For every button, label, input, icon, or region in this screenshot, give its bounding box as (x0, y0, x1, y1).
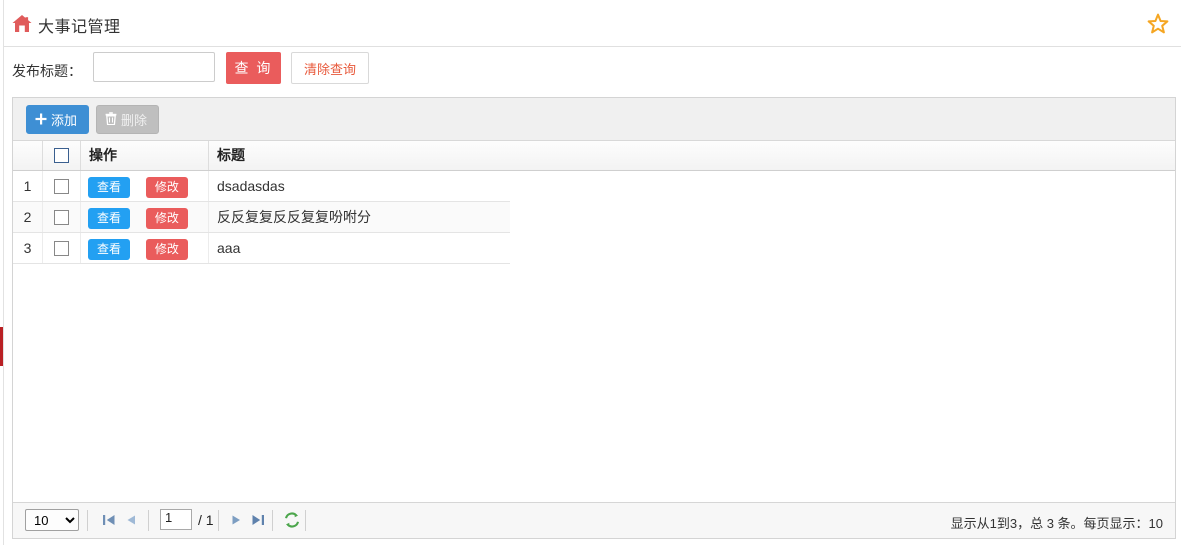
trash-icon (105, 112, 117, 127)
delete-button-label: 删除 (121, 113, 148, 128)
grid-header-index (13, 141, 43, 170)
row-select-checkbox[interactable] (54, 209, 69, 225)
grid-header-checkbox-cell[interactable] (43, 141, 81, 170)
grid-header-title: 标题 (217, 147, 245, 163)
pager-separator (272, 510, 273, 531)
row-title: 反反复复反反复复吩咐分 (217, 209, 371, 225)
star-favorite-icon[interactable] (1146, 12, 1170, 36)
grid-pager: 10 1 / 1 显示从1到3，总 3 条。每页显示：10 (13, 502, 1175, 538)
pager-separator (148, 510, 149, 531)
clear-query-button[interactable]: 清除查询 (291, 52, 369, 84)
home-icon[interactable] (11, 14, 33, 34)
grid-header-operation: 操作 (81, 141, 209, 170)
add-button-label: 添加 (51, 113, 78, 128)
search-label: 发布标题： (12, 63, 82, 79)
prev-page-icon[interactable] (123, 512, 139, 528)
table-row[interactable]: 2 查看 修改 反反复复反反复复吩咐分 (13, 202, 510, 233)
plus-icon (35, 113, 47, 127)
page-container: 大事记管理 发布标题： 查 询 清除查询 添加 删除 操作 标题 1 查看 修改… (4, 0, 1181, 545)
grid-body: 1 查看 修改 dsadasdas 2 查看 修改 反反复复反反复复吩咐分 3 … (13, 171, 1175, 264)
pager-info-text: 显示从1到3，总 3 条。每页显示：10 (950, 516, 1163, 531)
row-select-checkbox[interactable] (54, 240, 69, 256)
page-total-label: / 1 (198, 512, 214, 528)
row-actions: 查看 修改 (81, 202, 209, 232)
edit-button[interactable]: 修改 (145, 238, 188, 260)
row-checkbox-cell[interactable] (43, 233, 81, 263)
view-button[interactable]: 查看 (88, 176, 131, 198)
page-title: 大事记管理 (38, 19, 121, 36)
view-button[interactable]: 查看 (88, 207, 131, 229)
row-index: 2 (13, 202, 43, 232)
edit-button[interactable]: 修改 (145, 176, 188, 198)
row-checkbox-cell[interactable] (43, 171, 81, 201)
add-button[interactable]: 添加 (26, 105, 90, 134)
row-index: 1 (13, 171, 43, 201)
grid-header-row: 操作 标题 (13, 141, 1175, 171)
row-actions: 查看 修改 (81, 233, 209, 263)
delete-button[interactable]: 删除 (96, 105, 160, 134)
pager-separator (218, 510, 219, 531)
query-button[interactable]: 查 询 (226, 52, 281, 84)
page-header: 大事记管理 (4, 0, 1181, 47)
row-select-checkbox[interactable] (54, 178, 69, 194)
next-page-icon[interactable] (228, 512, 244, 528)
refresh-icon[interactable] (283, 511, 301, 529)
row-title: dsadasdas (217, 178, 285, 194)
select-all-checkbox[interactable] (54, 147, 69, 163)
table-row[interactable]: 3 查看 修改 aaa (13, 233, 510, 264)
search-bar: 发布标题： 查 询 清除查询 (4, 47, 1181, 95)
last-page-icon[interactable] (250, 512, 266, 528)
page-number-input[interactable]: 1 (160, 509, 192, 530)
table-row[interactable]: 1 查看 修改 dsadasdas (13, 171, 510, 202)
search-input[interactable] (93, 52, 215, 82)
pager-separator (305, 510, 306, 531)
page-size-select[interactable]: 10 (25, 509, 79, 531)
first-page-icon[interactable] (101, 512, 117, 528)
edit-button[interactable]: 修改 (145, 207, 188, 229)
pager-separator (87, 510, 88, 531)
row-index: 3 (13, 233, 43, 263)
view-button[interactable]: 查看 (88, 238, 131, 260)
row-checkbox-cell[interactable] (43, 202, 81, 232)
row-title: aaa (217, 240, 241, 256)
row-actions: 查看 修改 (81, 171, 209, 201)
grid-toolbar: 添加 删除 (13, 98, 1175, 141)
data-grid-panel: 添加 删除 操作 标题 1 查看 修改 dsadasdas 2 查看 修改 反反… (12, 97, 1176, 539)
